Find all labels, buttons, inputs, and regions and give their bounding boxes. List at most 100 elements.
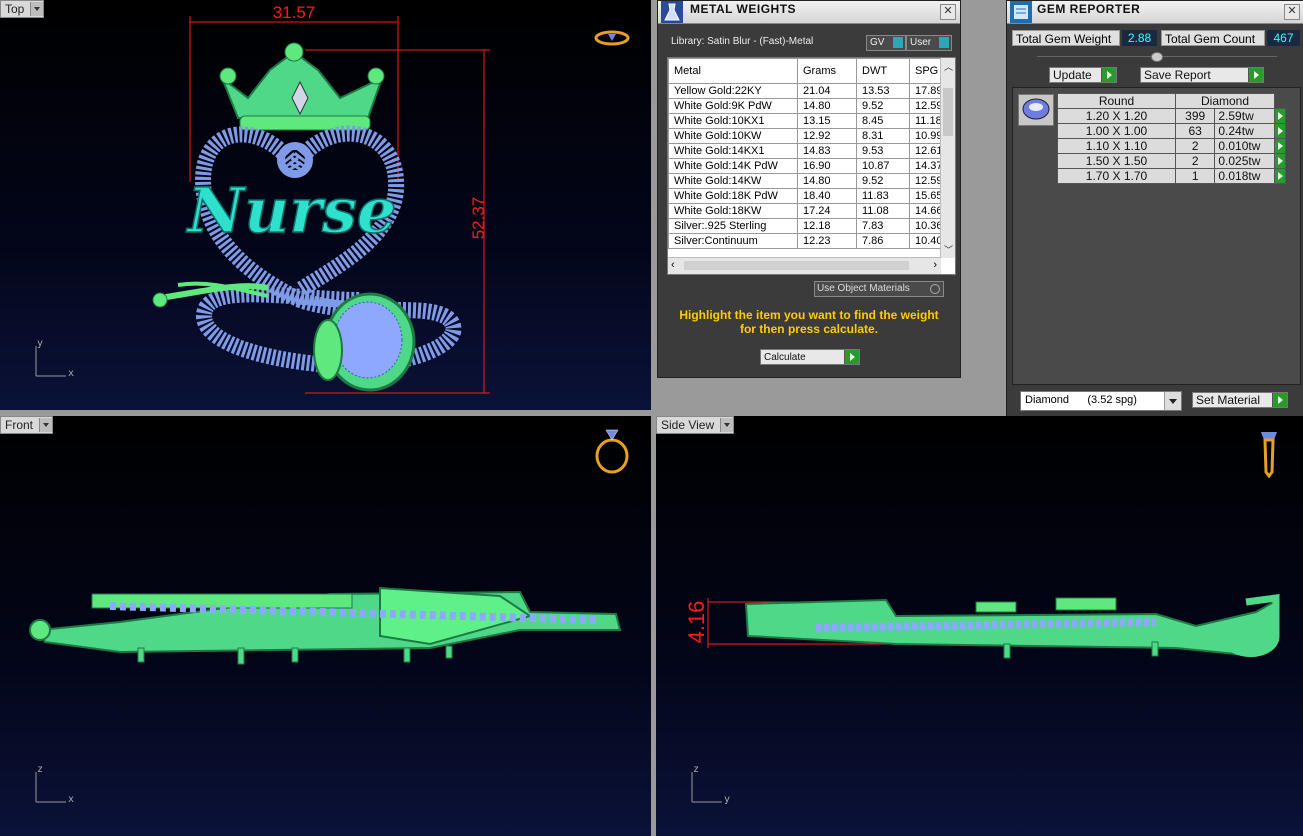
horizontal-scrollbar[interactable]: ‹ ›: [668, 257, 941, 274]
gem-size-cell: 1.20 X 1.20: [1057, 108, 1176, 124]
save-report-label: Save Report: [1144, 68, 1211, 82]
dimension-overlay: 31.57 52.37 Nurse: [35, 3, 490, 394]
ring-side-icon[interactable]: [1256, 426, 1282, 478]
top-dim-width: 31.57: [273, 3, 316, 22]
gem-reporter-titlebar[interactable]: GEM REPORTER ✕: [1007, 1, 1303, 24]
gem-row[interactable]: 1.20 X 1.20 399 2.59tw: [1057, 108, 1286, 124]
gem-row-select-button[interactable]: [1274, 153, 1286, 169]
gem-reporter-panel: GEM REPORTER ✕ Total Gem Weight 2.88 Tot…: [1006, 0, 1303, 426]
close-icon[interactable]: ✕: [1284, 4, 1300, 20]
update-button[interactable]: Update: [1049, 67, 1117, 83]
gem-report-icon: [1010, 1, 1032, 23]
dwt-cell: 8.31: [856, 128, 910, 144]
dwt-cell: 7.86: [856, 233, 910, 249]
dwt-cell: 10.87: [856, 158, 910, 174]
user-toggle[interactable]: User: [906, 35, 952, 51]
metal-name-cell: White Gold:14KW: [668, 173, 798, 189]
table-row[interactable]: White Gold:10KX1 13.15 8.45 11.18: [668, 113, 955, 129]
play-icon: [1101, 68, 1116, 82]
grams-cell: 12.23: [797, 233, 857, 249]
dropdown-arrow-icon[interactable]: [1164, 392, 1181, 410]
calculate-button[interactable]: Calculate: [760, 349, 860, 365]
table-row[interactable]: Silver:.925 Sterling 12.18 7.83 10.36: [668, 218, 955, 234]
gem-table: Round Diamond 1.20 X 1.20 399 2.59tw 1.00 X…: [1057, 93, 1286, 184]
col-metal[interactable]: Metal: [668, 58, 798, 84]
viewport-top[interactable]: Top 31.57 52.37 Nurse y x: [0, 0, 651, 410]
material-select[interactable]: Diamond (3.52 spg): [1020, 391, 1182, 411]
total-weight-value: 2.88: [1122, 30, 1157, 46]
grams-cell: 13.15: [797, 113, 857, 129]
close-icon[interactable]: ✕: [940, 4, 956, 20]
gem-count-cell: 1: [1174, 168, 1216, 184]
flask-icon: [661, 1, 683, 23]
gem-size-cell: 1.70 X 1.70: [1057, 168, 1176, 184]
scroll-thumb[interactable]: [943, 88, 953, 136]
table-row[interactable]: White Gold:14K PdW 16.90 10.87 14.37: [668, 158, 955, 174]
dwt-cell: 8.45: [856, 113, 910, 129]
gv-toggle[interactable]: GV: [866, 35, 906, 51]
save-report-button[interactable]: Save Report: [1140, 67, 1264, 83]
play-icon: [1278, 127, 1283, 135]
scroll-down-icon[interactable]: ﹀: [944, 243, 953, 256]
calculate-hint: Highlight the item you want to find the …: [679, 308, 939, 336]
gem-row[interactable]: 1.50 X 1.50 2 0.025tw: [1057, 153, 1286, 169]
calculate-label: Calculate: [764, 351, 806, 363]
table-row[interactable]: White Gold:14KX1 14.83 9.53 12.61: [668, 143, 955, 159]
table-row[interactable]: White Gold:14KW 14.80 9.52 12.59: [668, 173, 955, 189]
top-dim-height: 52.37: [469, 197, 488, 240]
play-icon: [1248, 68, 1263, 82]
gem-row-select-button[interactable]: [1274, 123, 1286, 139]
scroll-left-icon[interactable]: ‹: [671, 259, 675, 271]
gem-count-cell: 399: [1174, 108, 1216, 124]
dwt-cell: 13.53: [856, 83, 910, 99]
table-row[interactable]: White Gold:18K PdW 18.40 11.83 15.65: [668, 188, 955, 204]
table-row[interactable]: White Gold:18KW 17.24 11.08 14.66: [668, 203, 955, 219]
ring-view-icon[interactable]: [594, 28, 630, 48]
gem-reporter-title: GEM REPORTER: [1037, 2, 1141, 16]
viewport-front[interactable]: Front z x: [0, 416, 651, 836]
axis-y-label: y: [37, 338, 44, 349]
gem-row[interactable]: 1.10 X 1.10 2 0.010tw: [1057, 138, 1286, 154]
viewport-side[interactable]: Side View 4.16 z y: [656, 416, 1303, 836]
set-material-button[interactable]: Set Material: [1192, 392, 1288, 408]
library-label: Library: Satin Blur - (Fast)-Metal: [671, 36, 814, 47]
col-dwt[interactable]: DWT: [856, 58, 910, 84]
dwt-cell: 11.83: [856, 188, 910, 204]
play-icon: [1278, 172, 1283, 180]
table-row[interactable]: Silver:Continuum 12.23 7.86 10.40: [668, 233, 955, 249]
play-icon: [1278, 157, 1283, 165]
gem-row[interactable]: 1.00 X 1.00 63 0.24tw: [1057, 123, 1286, 139]
metal-table-container[interactable]: Metal Grams DWT SPG Yellow Gold:22KY 21.0…: [667, 57, 956, 275]
col-grams[interactable]: Grams: [797, 58, 857, 84]
vertical-scrollbar[interactable]: ︿ ﹀: [940, 58, 955, 258]
table-row[interactable]: White Gold:10KW 12.92 8.31 10.99: [668, 128, 955, 144]
scroll-up-icon[interactable]: ︿: [944, 60, 953, 73]
round-gem-thumbnail[interactable]: [1018, 94, 1054, 126]
gem-size-cell: 1.10 X 1.10: [1057, 138, 1176, 154]
gem-row-select-button[interactable]: [1274, 168, 1286, 184]
gem-row[interactable]: 1.70 X 1.70 1 0.018tw: [1057, 168, 1286, 184]
gem-count-cell: 2: [1174, 153, 1216, 169]
table-row[interactable]: Yellow Gold:22KY 21.04 13.53 17.89: [668, 83, 955, 99]
axis-z-label: z: [693, 764, 700, 775]
metal-weights-panel: METAL WEIGHTS ✕ Library: Satin Blur - (F…: [657, 0, 961, 378]
total-weight-label: Total Gem Weight: [1012, 30, 1120, 46]
scroll-right-icon[interactable]: ›: [933, 259, 937, 271]
ring-front-icon[interactable]: [594, 426, 630, 476]
metal-weights-titlebar[interactable]: METAL WEIGHTS ✕: [658, 1, 960, 24]
gem-weight-cell: 0.025tw: [1214, 153, 1275, 169]
dwt-cell: 7.83: [856, 218, 910, 234]
axis-x-label: x: [68, 368, 75, 379]
gem-list-area[interactable]: Round Diamond 1.20 X 1.20 399 2.59tw 1.00 X…: [1012, 87, 1301, 385]
gem-weight-cell: 0.24tw: [1214, 123, 1275, 139]
gem-row-select-button[interactable]: [1274, 138, 1286, 154]
scroll-thumb-h[interactable]: [684, 261, 909, 270]
use-object-materials-toggle[interactable]: Use Object Materials: [814, 281, 944, 297]
splitter-knob[interactable]: [1151, 52, 1163, 62]
dwt-cell: 9.53: [856, 143, 910, 159]
set-material-label: Set Material: [1196, 393, 1261, 407]
table-row[interactable]: White Gold:9K PdW 14.80 9.52 12.59: [668, 98, 955, 114]
toggle-indicator: [893, 37, 903, 48]
gem-row-select-button[interactable]: [1274, 108, 1286, 124]
axis-z-label: z: [37, 764, 44, 775]
